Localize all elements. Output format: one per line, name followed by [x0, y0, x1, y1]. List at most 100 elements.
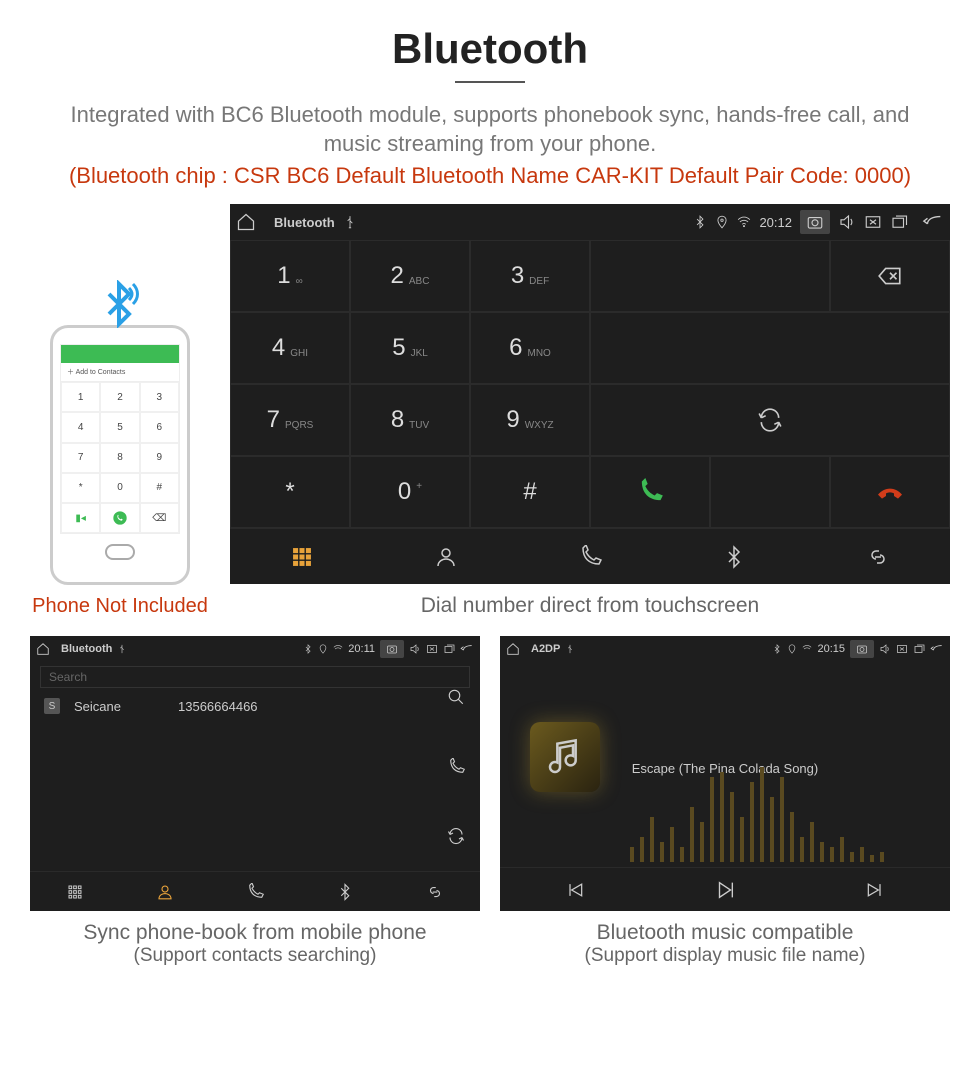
bluetooth-status-icon: [772, 644, 782, 654]
location-icon: [787, 644, 797, 654]
recents-icon[interactable]: [890, 213, 908, 231]
volume-icon[interactable]: [409, 643, 421, 655]
usb-icon: [343, 215, 357, 229]
volume-icon[interactable]: [879, 643, 891, 655]
phone-mock: ＋ Add to Contacts 1 2 3 4 5 6 7 8 9 * 0 …: [50, 325, 190, 585]
contact-row[interactable]: S Seicane 13566664466: [30, 692, 480, 720]
tab-bluetooth[interactable]: [662, 529, 806, 584]
title-underline: [455, 81, 525, 83]
recents-icon[interactable]: [913, 643, 925, 655]
tab-contacts[interactable]: [120, 872, 210, 911]
tab-pair[interactable]: [806, 529, 950, 584]
phonebook-subcaption: (Support contacts searching): [134, 945, 377, 967]
tab-bluetooth[interactable]: [300, 872, 390, 911]
tab-pair[interactable]: [390, 872, 480, 911]
volume-icon[interactable]: [838, 213, 856, 231]
phone-mock-topbar: [61, 345, 179, 363]
search-input[interactable]: Search: [40, 666, 470, 688]
dial-key-1[interactable]: 1∞: [230, 240, 350, 312]
close-icon[interactable]: [426, 643, 438, 655]
redial-button[interactable]: [590, 384, 950, 456]
home-icon[interactable]: [236, 212, 256, 232]
music-caption: Bluetooth music compatible: [597, 921, 854, 945]
back-icon[interactable]: [460, 642, 474, 656]
music-subcaption: (Support display music file name): [585, 945, 866, 967]
hangup-button[interactable]: [830, 456, 950, 528]
dial-key-4[interactable]: 4GHI: [230, 312, 350, 384]
dial-display: [590, 240, 830, 312]
search-icon[interactable]: [440, 688, 472, 706]
contact-number: 13566664466: [178, 699, 258, 714]
equalizer-visual: [510, 747, 930, 867]
back-icon[interactable]: [922, 211, 944, 233]
key-7: 7: [61, 443, 100, 473]
description: Integrated with BC6 Bluetooth module, su…: [50, 101, 930, 158]
home-button: [105, 544, 135, 560]
search-placeholder: Search: [49, 670, 87, 684]
page-title: Bluetooth: [392, 25, 588, 73]
music-screen: A2DP 20:15 Escape (The Pina Colada Song): [500, 636, 950, 911]
wifi-icon: [333, 644, 343, 654]
location-icon: [715, 215, 729, 229]
phonebook-caption: Sync phone-book from mobile phone: [83, 921, 426, 945]
dialer-screen: Bluetooth 20:12 1∞ 2ABC 3DEF 4GHI: [230, 204, 950, 584]
key-8: 8: [100, 443, 139, 473]
wifi-icon: [802, 644, 812, 654]
phonebook-screen: Bluetooth 20:11 Search S: [30, 636, 480, 911]
clock: 20:12: [759, 215, 792, 230]
dial-key-0[interactable]: 0+: [350, 456, 470, 528]
dialer-caption: Dial number direct from touchscreen: [421, 594, 759, 618]
dial-key-5[interactable]: 5JKL: [350, 312, 470, 384]
bluetooth-signal-icon: [95, 280, 125, 310]
phone-caption: Phone Not Included: [32, 595, 208, 618]
dial-key-8[interactable]: 8TUV: [350, 384, 470, 456]
app-name: Bluetooth: [274, 215, 335, 230]
clock: 20:15: [817, 643, 845, 655]
sync-icon[interactable]: [440, 827, 472, 845]
dial-key-2[interactable]: 2ABC: [350, 240, 470, 312]
call-button[interactable]: [590, 456, 710, 528]
blank-cell-2: [710, 456, 830, 528]
backspace-button[interactable]: [830, 240, 950, 312]
tab-dialpad[interactable]: [30, 872, 120, 911]
clock: 20:11: [348, 643, 375, 655]
key-0: 0: [100, 473, 139, 503]
tab-contacts[interactable]: [374, 529, 518, 584]
dial-key-9[interactable]: 9WXYZ: [470, 384, 590, 456]
usb-icon: [117, 644, 127, 654]
contact-name: Seicane: [74, 699, 164, 714]
call-contact-icon[interactable]: [440, 758, 472, 776]
tab-calllog[interactable]: [518, 529, 662, 584]
tab-dialpad[interactable]: [230, 529, 374, 584]
key-1: 1: [61, 382, 100, 412]
usb-icon: [565, 644, 575, 654]
app-name: Bluetooth: [61, 643, 112, 655]
recents-icon[interactable]: [443, 643, 455, 655]
dial-key-6[interactable]: 6MNO: [470, 312, 590, 384]
prev-track-button[interactable]: [500, 868, 650, 911]
wifi-icon: [737, 215, 751, 229]
dial-key-hash[interactable]: #: [470, 456, 590, 528]
screenshot-icon[interactable]: [380, 640, 404, 658]
dial-key-7[interactable]: 7PQRS: [230, 384, 350, 456]
backspace-icon: ⌫: [140, 503, 179, 533]
screenshot-icon[interactable]: [800, 210, 830, 234]
key-5: 5: [100, 412, 139, 442]
key-6: 6: [140, 412, 179, 442]
home-icon[interactable]: [36, 642, 50, 656]
close-icon[interactable]: [896, 643, 908, 655]
dial-key-3[interactable]: 3DEF: [470, 240, 590, 312]
close-icon[interactable]: [864, 213, 882, 231]
next-track-button[interactable]: [800, 868, 950, 911]
screenshot-icon[interactable]: [850, 640, 874, 658]
back-icon[interactable]: [930, 642, 944, 656]
home-icon[interactable]: [506, 642, 520, 656]
key-3: 3: [140, 382, 179, 412]
tab-calllog[interactable]: [210, 872, 300, 911]
contact-initial: S: [44, 698, 60, 714]
add-to-contacts-label: ＋ Add to Contacts: [61, 363, 179, 382]
dial-key-star[interactable]: *: [230, 456, 350, 528]
location-icon: [318, 644, 328, 654]
key-star: *: [61, 473, 100, 503]
play-pause-button[interactable]: [650, 868, 800, 911]
